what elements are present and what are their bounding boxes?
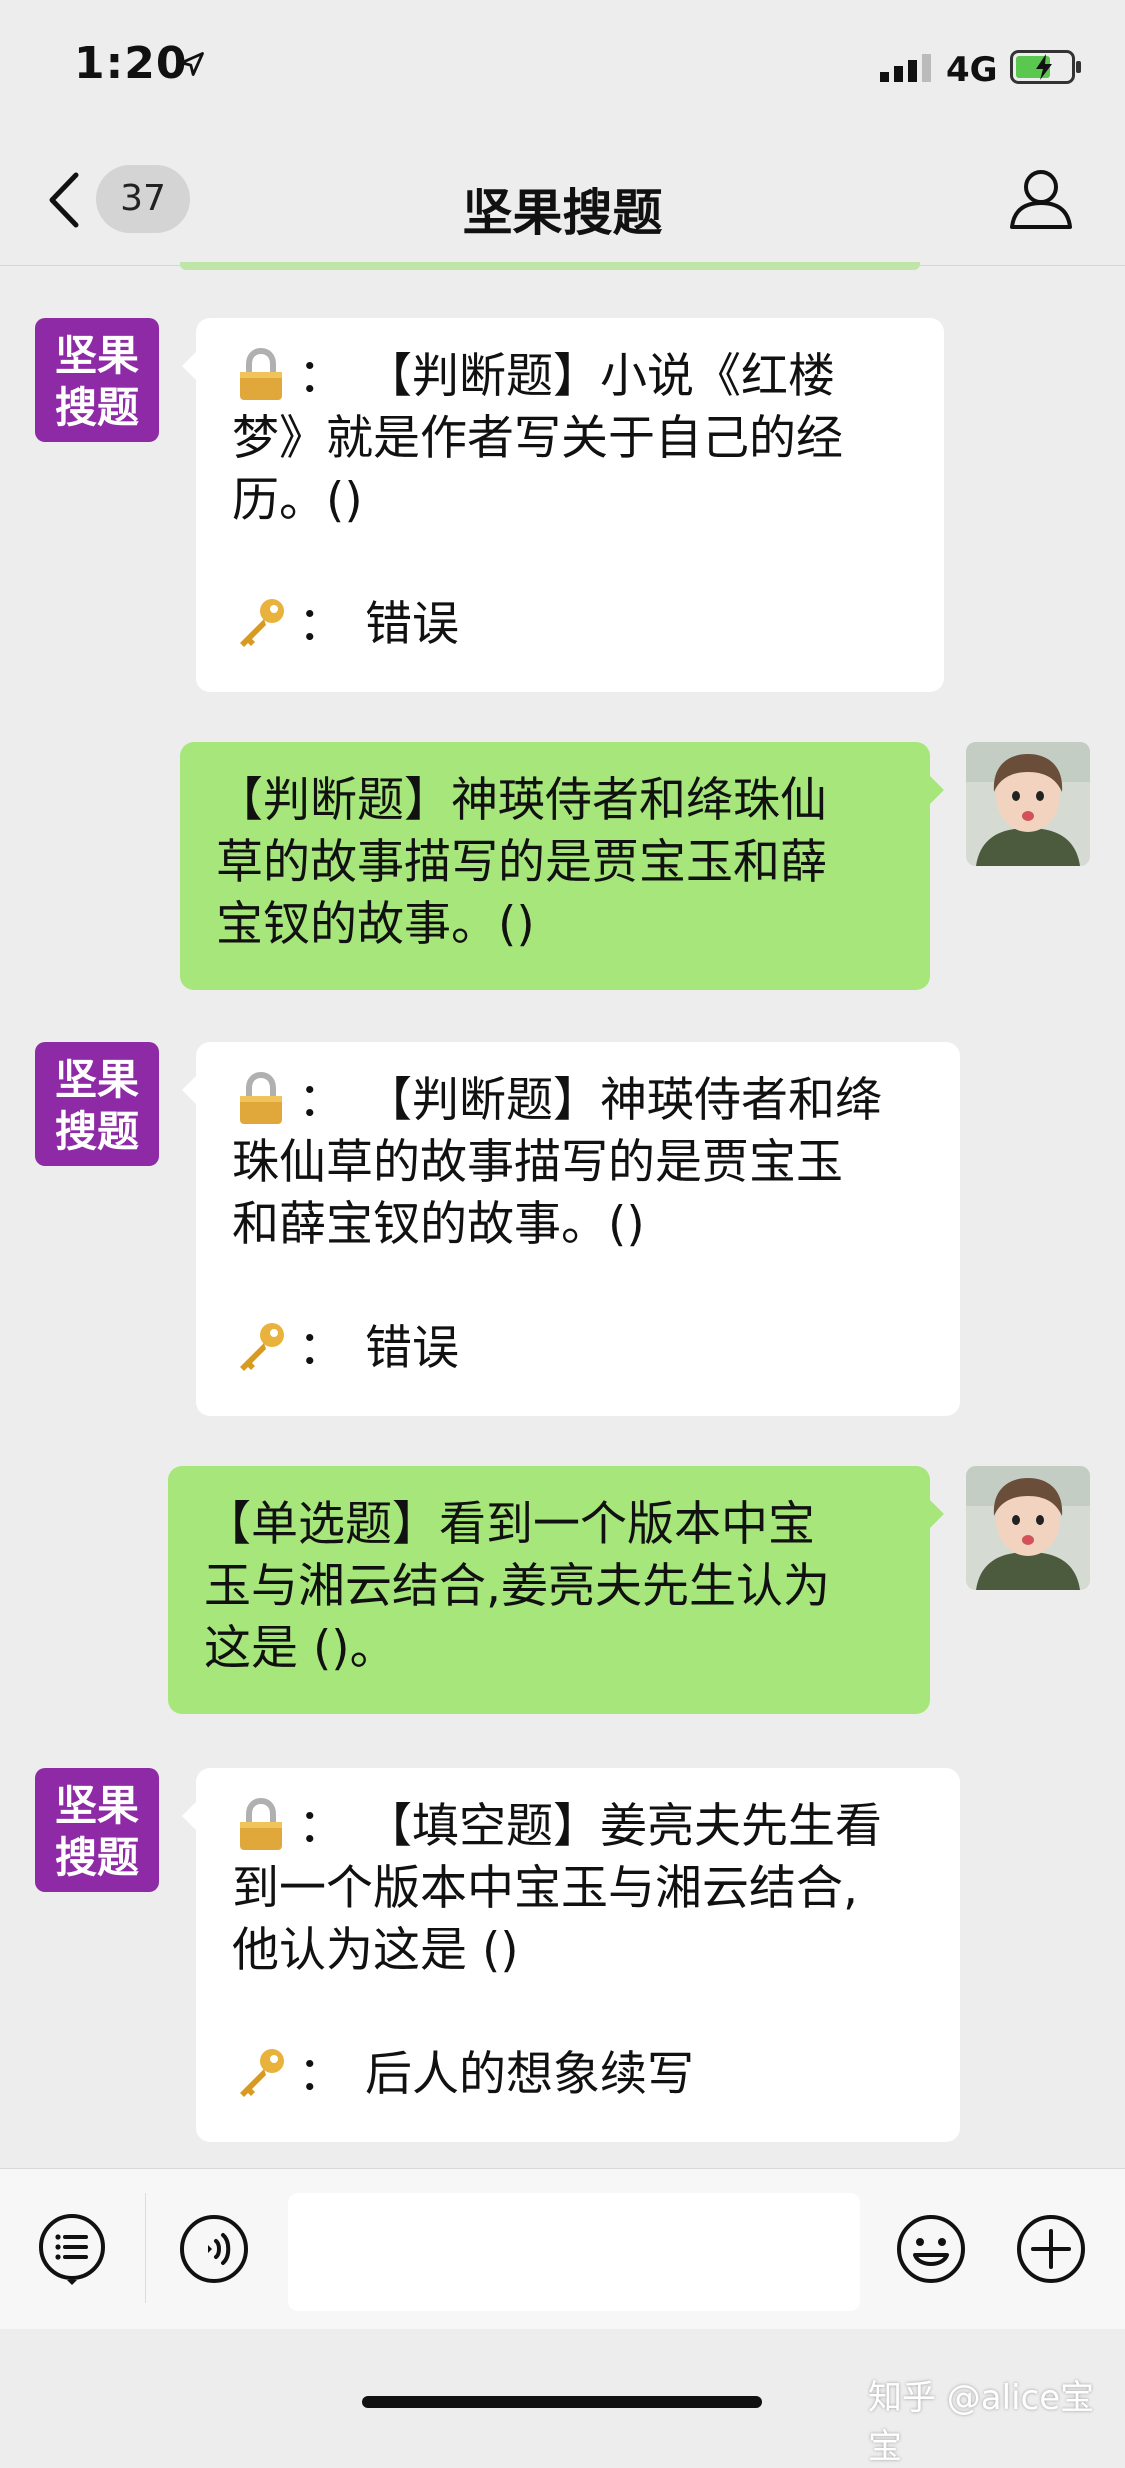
question-text-line: 【判断题】神瑛侍者和绛 — [365, 1073, 882, 1128]
previous-message-edge — [180, 262, 920, 270]
key-icon — [240, 599, 284, 647]
bot-avatar-text-bottom: 搜题 — [55, 1833, 139, 1882]
network-type: 4G — [946, 50, 998, 90]
question-prefix: ： — [298, 349, 345, 404]
user-avatar[interactable] — [966, 742, 1090, 866]
home-indicator[interactable] — [362, 2396, 762, 2408]
bot-avatar-text-top: 坚果 — [55, 1781, 139, 1830]
nav-bar: 37 坚果搜题 — [0, 135, 1125, 266]
sent-text-line: 宝钗的故事。() — [216, 897, 535, 952]
bot-avatar-text-top: 坚果 — [55, 1055, 139, 1104]
chat-title: 坚果搜题 — [462, 184, 663, 242]
watermark-text: 知乎 @alice宝宝 — [868, 2378, 1095, 2467]
lock-icon — [240, 1071, 282, 1124]
lock-icon — [240, 1797, 282, 1850]
voice-input-icon[interactable] — [178, 2213, 250, 2285]
cellular-signal-icon — [880, 54, 931, 82]
answer-prefix: ： — [298, 1321, 345, 1376]
received-message-bubble[interactable]: ： 【填空题】姜亮夫先生看 到一个版本中宝玉与湘云结合, 他认为这是 () ： … — [182, 1768, 960, 2142]
toolbar-divider — [145, 2193, 146, 2303]
question-text-line: 到一个版本中宝玉与湘云结合, — [232, 1861, 858, 1916]
user-avatar[interactable] — [966, 1466, 1090, 1590]
sent-text-line: 草的故事描写的是贾宝玉和薛 — [216, 835, 827, 890]
answer-prefix: ： — [298, 2047, 345, 2102]
answer-text: 后人的想象续写 — [365, 2047, 694, 2102]
bot-avatar-text-top: 坚果 — [55, 331, 139, 380]
question-text-line: 和薛宝钗的故事。() — [232, 1197, 645, 1252]
bot-avatar[interactable]: 坚果 搜题 — [35, 318, 159, 442]
lock-icon — [240, 347, 282, 400]
answer-text: 错误 — [365, 597, 459, 652]
question-text-line: 【填空题】姜亮夫先生看 — [365, 1799, 882, 1854]
question-text-line: 珠仙草的故事描写的是贾宝玉 — [232, 1135, 843, 1190]
answer-prefix: ： — [298, 597, 345, 652]
bot-avatar[interactable]: 坚果 搜题 — [35, 1042, 159, 1166]
received-message-bubble[interactable]: ： 【判断题】小说《红楼 梦》就是作者写关于自己的经 历。() ： 错误 — [182, 318, 944, 692]
add-plus-icon[interactable] — [1015, 2213, 1087, 2285]
question-text-line: 梦》就是作者写关于自己的经 — [232, 411, 843, 466]
input-toolbar — [0, 2168, 1125, 2329]
received-message-bubble[interactable]: ： 【判断题】神瑛侍者和绛 珠仙草的故事描写的是贾宝玉 和薛宝钗的故事。() ：… — [182, 1042, 960, 1416]
key-icon — [240, 1323, 284, 1371]
key-icon — [240, 2049, 284, 2097]
sent-message-bubble[interactable]: 【判断题】神瑛侍者和绛珠仙 草的故事描写的是贾宝玉和薛 宝钗的故事。() — [180, 742, 944, 990]
menu-list-icon[interactable] — [36, 2213, 108, 2285]
sent-text-line: 【判断题】神瑛侍者和绛珠仙 — [216, 773, 827, 828]
chat-history[interactable]: 坚果 搜题 ： 【判断题】小说《红楼 梦》就是作者写关于自己的经 历。() ： … — [0, 270, 1125, 2170]
sent-text-line: 玉与湘云结合,姜亮夫先生认为 — [204, 1559, 830, 1614]
status-time: 1:20 — [74, 38, 188, 89]
question-text-line: 他认为这是 () — [232, 1923, 519, 1978]
sent-message-bubble[interactable]: 【单选题】看到一个版本中宝 玉与湘云结合,姜亮夫先生认为 这是 ()。 — [168, 1466, 944, 1714]
answer-text: 错误 — [365, 1321, 459, 1376]
status-bar: 1:20 4G — [0, 0, 1125, 135]
bot-avatar-text-bottom: 搜题 — [55, 1107, 139, 1156]
battery-charging-icon — [1010, 50, 1081, 84]
question-text-line: 历。() — [232, 473, 363, 528]
message-input[interactable] — [288, 2193, 860, 2311]
sent-text-line: 【单选题】看到一个版本中宝 — [204, 1497, 815, 1552]
person-profile-icon[interactable] — [1008, 165, 1074, 231]
bot-avatar[interactable]: 坚果 搜题 — [35, 1768, 159, 1892]
bot-avatar-text-bottom: 搜题 — [55, 383, 139, 432]
sent-text-line: 这是 ()。 — [204, 1621, 397, 1676]
question-prefix: ： — [298, 1073, 345, 1128]
question-text-line: 【判断题】小说《红楼 — [365, 349, 835, 404]
question-prefix: ： — [298, 1799, 345, 1854]
location-arrow-icon — [180, 52, 204, 76]
emoji-smile-icon[interactable] — [895, 2213, 967, 2285]
